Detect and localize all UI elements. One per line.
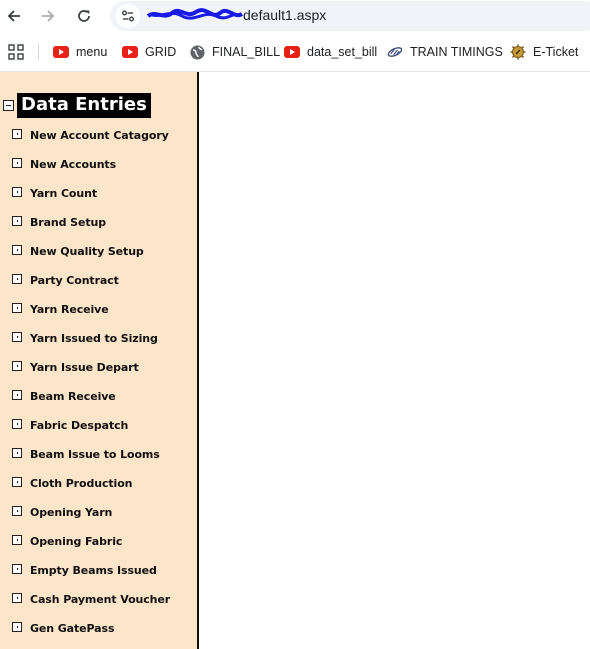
tree-item-opening-yarn[interactable]: Opening Yarn: [12, 504, 170, 533]
url-suffix: default1.aspx: [243, 7, 327, 23]
tree-item-label[interactable]: Empty Beams Issued: [30, 562, 157, 580]
youtube-icon: [122, 44, 138, 60]
tune-icon: [122, 10, 134, 22]
leaf-node-icon: [12, 622, 22, 632]
tree-item-label[interactable]: Opening Yarn: [30, 504, 112, 522]
apps-grid-icon: [8, 44, 24, 60]
leaf-node-icon: [12, 361, 22, 371]
leaf-node-icon: [12, 303, 22, 313]
tree-item-party-contract[interactable]: Party Contract: [12, 272, 170, 301]
tree-item-yarn-count[interactable]: Yarn Count: [12, 185, 170, 214]
irctc-logo-icon: [510, 44, 526, 60]
tree-item-label[interactable]: Beam Issue to Looms: [30, 446, 160, 464]
url-text[interactable]: default1.aspx: [146, 7, 326, 23]
leaf-node-icon: [12, 477, 22, 487]
tree-item-cash-payment-voucher[interactable]: Cash Payment Voucher: [12, 591, 170, 620]
bookmarks-separator: [38, 43, 39, 60]
tree-item-yarn-receive[interactable]: Yarn Receive: [12, 301, 170, 330]
train-logo-icon: [387, 44, 403, 60]
bookmark-grid[interactable]: GRID: [122, 41, 176, 63]
leaf-node-icon: [12, 129, 22, 139]
tree-item-new-quality-setup[interactable]: New Quality Setup: [12, 243, 170, 272]
tree-item-brand-setup[interactable]: Brand Setup: [12, 214, 170, 243]
browser-toolbar: default1.aspx: [0, 0, 590, 33]
tree-item-yarn-issued-to-sizing[interactable]: Yarn Issued to Sizing: [12, 330, 170, 359]
bookmark-label: data_set_bill: [307, 45, 378, 59]
leaf-node-icon: [12, 390, 22, 400]
tree-item-label[interactable]: Cloth Production: [30, 475, 133, 493]
collapse-icon[interactable]: [3, 100, 14, 111]
bookmark-menu[interactable]: menu: [53, 41, 107, 63]
leaf-node-icon: [12, 448, 22, 458]
tree-item-cloth-production[interactable]: Cloth Production: [12, 475, 170, 504]
tree-item-beam-receive[interactable]: Beam Receive: [12, 388, 170, 417]
leaf-node-icon: [12, 593, 22, 603]
leaf-node-icon: [12, 187, 22, 197]
arrow-left-icon: [7, 10, 20, 22]
tree-item-label[interactable]: New Account Catagory: [30, 127, 169, 145]
tree-item-label[interactable]: Yarn Receive: [30, 301, 109, 319]
tree-root-label[interactable]: Data Entries: [17, 93, 151, 118]
redacted-url-prefix: [146, 8, 243, 21]
leaf-node-icon: [12, 158, 22, 168]
tree-item-label[interactable]: Party Contract: [30, 272, 119, 290]
tree-items: New Account Catagory New Accounts Yarn C…: [12, 127, 170, 649]
tree-item-new-accounts[interactable]: New Accounts: [12, 156, 170, 185]
tree-root-data-entries[interactable]: Data Entries: [3, 93, 151, 118]
tree-item-label[interactable]: Yarn Issue Depart: [30, 359, 139, 377]
leaf-node-icon: [12, 419, 22, 429]
bookmark-train-timings[interactable]: TRAIN TIMINGS: [387, 41, 503, 63]
main-content-frame: [199, 72, 590, 649]
back-button[interactable]: [3, 5, 25, 27]
tree-item-label[interactable]: Yarn Count: [30, 185, 97, 203]
leaf-node-icon: [12, 564, 22, 574]
tree-item-label[interactable]: Gen GatePass: [30, 620, 115, 638]
tree-item-label[interactable]: Cash Payment Voucher: [30, 591, 170, 609]
bookmarks-bar: menu GRID FINAL_BILL data_set_bill TRAIN…: [0, 35, 590, 68]
leaf-node-icon: [12, 332, 22, 342]
tree-item-beam-issue-to-looms[interactable]: Beam Issue to Looms: [12, 446, 170, 475]
bookmark-label: E-Ticket: [533, 45, 579, 59]
tree-item-empty-beams-issued[interactable]: Empty Beams Issued: [12, 562, 170, 591]
arrow-right-icon: [42, 10, 55, 22]
forward-button[interactable]: [37, 5, 59, 27]
site-info-button[interactable]: [116, 4, 140, 28]
leaf-node-icon: [12, 535, 22, 545]
address-bar[interactable]: default1.aspx: [110, 1, 590, 31]
youtube-icon: [284, 44, 300, 60]
tree-item-label[interactable]: Fabric Despatch: [30, 417, 128, 435]
youtube-icon: [53, 44, 69, 60]
tree-item-label[interactable]: Opening Fabric: [30, 533, 122, 551]
bookmark-e-ticket[interactable]: E-Ticket: [510, 41, 578, 63]
tree-item-yarn-issue-depart[interactable]: Yarn Issue Depart: [12, 359, 170, 388]
reload-button[interactable]: [73, 5, 95, 27]
leaf-node-icon: [12, 245, 22, 255]
globe-icon: [189, 44, 205, 60]
leaf-node-icon: [12, 274, 22, 284]
tree-item-label[interactable]: Yarn Issued to Sizing: [30, 330, 158, 348]
tree-item-fabric-despatch[interactable]: Fabric Despatch: [12, 417, 170, 446]
leaf-node-icon: [12, 216, 22, 226]
tree-item-new-account-catagory[interactable]: New Account Catagory: [12, 127, 170, 156]
bookmark-label: menu: [76, 45, 108, 59]
tree-item-label[interactable]: New Quality Setup: [30, 243, 144, 261]
tree-item-label[interactable]: New Accounts: [30, 156, 116, 174]
bookmark-label: GRID: [145, 45, 177, 59]
bookmark-data-set-bill[interactable]: data_set_bill: [284, 41, 377, 63]
tree-item-label[interactable]: Beam Receive: [30, 388, 116, 406]
bookmark-label: TRAIN TIMINGS: [410, 45, 503, 59]
reload-icon: [78, 10, 90, 22]
tree-item-opening-fabric[interactable]: Opening Fabric: [12, 533, 170, 562]
leaf-node-icon: [12, 506, 22, 516]
apps-button[interactable]: [8, 44, 24, 60]
bookmark-final-bill[interactable]: FINAL_BILL: [189, 41, 280, 63]
tree-item-label[interactable]: Brand Setup: [30, 214, 106, 232]
tree-item-gen-gatepass[interactable]: Gen GatePass: [12, 620, 170, 649]
bookmark-label: FINAL_BILL: [212, 45, 281, 59]
